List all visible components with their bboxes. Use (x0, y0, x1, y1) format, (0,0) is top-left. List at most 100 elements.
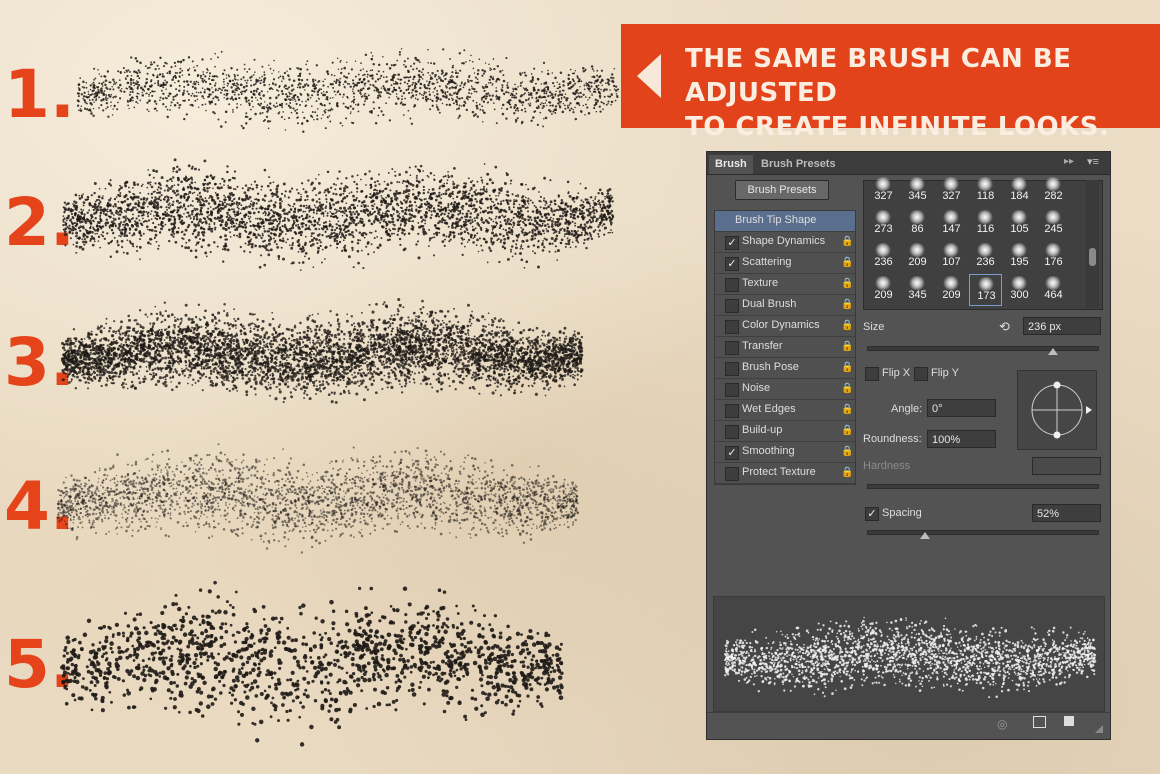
brush-preset-item[interactable]: 236 (969, 241, 1002, 273)
brush-preset-item[interactable]: 116 (969, 208, 1002, 240)
spacing-slider[interactable] (867, 530, 1099, 535)
lock-icon[interactable]: 🔒 (841, 299, 853, 310)
spacing-label: Spacing (882, 507, 922, 519)
brush-option-wet-edges[interactable]: 🔒 Wet Edges (715, 400, 855, 421)
brush-preset-item[interactable]: 184 (1003, 175, 1036, 207)
option-checkbox[interactable] (725, 341, 739, 355)
brush-preset-item[interactable]: 86 (901, 208, 934, 240)
toggle-live-tip-icon[interactable]: ◎ (997, 717, 1007, 731)
lock-icon[interactable]: 🔒 (841, 341, 853, 352)
lock-icon[interactable]: 🔒 (841, 446, 853, 457)
lock-icon[interactable]: 🔒 (841, 404, 853, 415)
option-checkbox[interactable] (725, 362, 739, 376)
brush-option-color-dynamics[interactable]: 🔒 Color Dynamics (715, 316, 855, 337)
resize-grip-icon[interactable] (1095, 725, 1103, 733)
scrollbar-thumb[interactable] (1089, 248, 1096, 266)
brush-preset-item[interactable]: 195 (1003, 241, 1036, 273)
lock-icon[interactable]: 🔒 (841, 362, 853, 373)
size-field[interactable]: 236 px (1023, 317, 1101, 335)
preset-scrollbar[interactable] (1086, 180, 1099, 308)
spacing-checkbox[interactable]: ✓ (865, 507, 879, 521)
option-checkbox[interactable] (725, 278, 739, 292)
brush-preset-item[interactable]: 345 (901, 175, 934, 207)
lock-icon[interactable]: 🔒 (841, 278, 853, 289)
option-checkbox[interactable] (725, 320, 739, 334)
angle-field[interactable]: 0° (927, 399, 996, 417)
angle-roundness-widget[interactable] (1017, 370, 1097, 450)
brush-preset-item[interactable]: 300 (1003, 274, 1036, 306)
size-slider-thumb[interactable] (1048, 348, 1059, 355)
brush-preset-item[interactable]: 105 (1003, 208, 1036, 240)
lock-icon[interactable]: 🔒 (841, 320, 853, 331)
hardness-slider (867, 484, 1099, 489)
option-checkbox[interactable] (725, 383, 739, 397)
brush-preset-size: 107 (942, 256, 961, 268)
option-checkbox[interactable] (725, 425, 739, 439)
option-label: Brush Pose (742, 361, 799, 373)
flip-x-checkbox[interactable] (865, 367, 879, 381)
brush-option-smoothing[interactable]: ✓ 🔒 Smoothing (715, 442, 855, 463)
lock-icon[interactable]: 🔒 (841, 236, 853, 247)
option-label: Color Dynamics (742, 319, 820, 331)
panel-menu-icon[interactable]: ▾≡ (1087, 155, 1099, 168)
hardness-label: Hardness (863, 460, 911, 472)
spacing-field[interactable]: 52% (1032, 504, 1101, 522)
brush-option-dual-brush[interactable]: 🔒 Dual Brush (715, 295, 855, 316)
brush-preset-item[interactable]: 209 (901, 241, 934, 273)
option-label: Smoothing (742, 445, 795, 457)
brush-option-brush-tip-shape[interactable]: Brush Tip Shape (715, 211, 855, 232)
brush-preset-item[interactable]: 327 (935, 175, 968, 207)
reset-size-icon[interactable]: ⟲ (999, 319, 1010, 335)
brush-presets-button[interactable]: Brush Presets (735, 180, 829, 200)
brush-option-scattering[interactable]: ✓ 🔒 Scattering (715, 253, 855, 274)
spacing-slider-thumb[interactable] (919, 532, 930, 539)
brush-preset-item[interactable]: 273 (867, 208, 900, 240)
tab-brush-presets[interactable]: Brush Presets (755, 155, 842, 174)
collapse-panel-icon[interactable]: ▸▸ (1064, 156, 1074, 167)
brush-option-shape-dynamics[interactable]: ✓ 🔒 Shape Dynamics (715, 232, 855, 253)
brush-preset-item[interactable]: 345 (901, 274, 934, 306)
lock-icon[interactable]: 🔒 (841, 257, 853, 268)
option-checkbox[interactable]: ✓ (725, 236, 739, 250)
brush-preset-item[interactable]: 209 (935, 274, 968, 306)
brush-tip-thumbnail (908, 276, 926, 290)
lock-icon[interactable]: 🔒 (841, 383, 853, 394)
brush-preset-item[interactable]: 282 (1037, 175, 1070, 207)
brush-preset-item[interactable]: 209 (867, 274, 900, 306)
brush-preset-item[interactable]: 107 (935, 241, 968, 273)
brush-option-build-up[interactable]: 🔒 Build-up (715, 421, 855, 442)
angle-crosshair-icon (1031, 381, 1092, 439)
brush-preset-item[interactable]: 176 (1037, 241, 1070, 273)
brush-preset-item[interactable]: 173 (969, 274, 1002, 306)
lock-icon[interactable]: 🔒 (841, 425, 853, 436)
brush-option-brush-pose[interactable]: 🔒 Brush Pose (715, 358, 855, 379)
brush-preset-item[interactable]: 147 (935, 208, 968, 240)
brush-preset-size: 209 (874, 289, 893, 301)
size-slider[interactable] (867, 346, 1099, 351)
brush-preset-item[interactable]: 464 (1037, 274, 1070, 306)
brush-option-noise[interactable]: 🔒 Noise (715, 379, 855, 400)
brush-option-protect-texture[interactable]: 🔒 Protect Texture (715, 463, 855, 484)
option-checkbox[interactable]: ✓ (725, 257, 739, 271)
option-checkbox[interactable] (725, 299, 739, 313)
brush-preset-item[interactable]: 118 (969, 175, 1002, 207)
tab-brush[interactable]: Brush (709, 155, 753, 174)
brush-preset-item[interactable]: 327 (867, 175, 900, 207)
panel-tab-bar: Brush Brush Presets ▸▸ ▾≡ (707, 152, 1110, 175)
brush-preset-item[interactable]: 245 (1037, 208, 1070, 240)
brush-preset-item[interactable]: 236 (867, 241, 900, 273)
lock-icon[interactable]: 🔒 (841, 467, 853, 478)
option-label: Dual Brush (742, 298, 797, 310)
option-checkbox[interactable] (725, 404, 739, 418)
brush-option-transfer[interactable]: 🔒 Transfer (715, 337, 855, 358)
option-checkbox[interactable] (725, 467, 739, 481)
brush-tip-thumbnail (1044, 276, 1062, 290)
flip-y-label: Flip Y (931, 367, 959, 379)
flip-y-checkbox[interactable] (914, 367, 928, 381)
grid-view-icon[interactable] (1033, 716, 1046, 728)
option-checkbox[interactable]: ✓ (725, 446, 739, 460)
brush-tip-thumbnail (976, 177, 994, 191)
roundness-field[interactable]: 100% (927, 430, 996, 448)
brush-option-texture[interactable]: 🔒 Texture (715, 274, 855, 295)
new-brush-icon[interactable] (1064, 716, 1074, 726)
